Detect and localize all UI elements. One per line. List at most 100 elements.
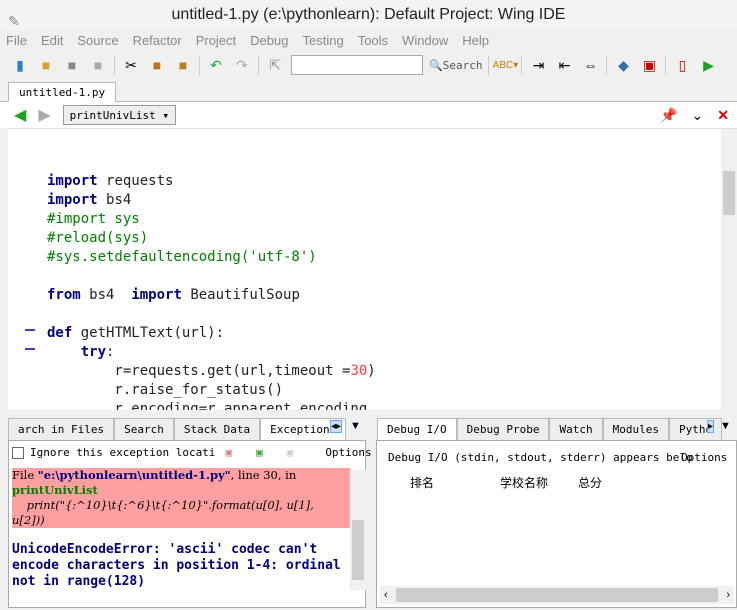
code-line: r.encoding=r.apparent_encoding [47, 400, 376, 410]
tab-menu-icon[interactable]: ▼ [720, 420, 731, 432]
scrollbar-thumb[interactable] [723, 171, 735, 215]
code-text[interactable]: import requests import bs4 #import sys #rel… [47, 134, 376, 410]
back-icon[interactable]: ◀ [14, 105, 26, 125]
python-icon[interactable]: ◆ [613, 55, 633, 75]
close-icon[interactable]: ✕ [717, 107, 729, 124]
code-line: #import sys [47, 210, 376, 229]
chevron-down-icon[interactable]: ⌄ [692, 107, 704, 124]
code-token: def [47, 325, 73, 341]
indent-icon[interactable]: ⇥ [528, 55, 548, 75]
file-prefix: File [12, 468, 38, 482]
fold-marker[interactable] [25, 329, 35, 331]
title-bar: ✎ untitled-1.py (e:\pythonlearn): Defaul… [0, 0, 737, 30]
menu-source[interactable]: Source [77, 33, 118, 48]
ignore-checkbox[interactable] [12, 446, 24, 459]
undo-icon[interactable]: ↶ [206, 55, 226, 75]
search-input[interactable] [291, 55, 423, 75]
scroll-right-icon[interactable]: › [726, 589, 730, 601]
output-text: 总分 [578, 476, 603, 490]
divider [114, 55, 115, 75]
menu-edit[interactable]: Edit [41, 33, 63, 48]
editor-navbar: ◀ ▶ printUnivList ▾ 📌 ⌄ ✕ [0, 102, 737, 128]
code-line: r.raise_for_status() [47, 381, 376, 400]
code-line: import bs4 [47, 191, 376, 210]
menu-project[interactable]: Project [196, 33, 236, 48]
code-token: #import sys [47, 211, 140, 227]
toolbar: ▮ ■ ■ ■ ✂ ■ ■ ↶ ↷ ⇱ 🔍Search ABC▾ ⇥ ⇤ ⇔ ◆… [0, 50, 737, 80]
menu-tools[interactable]: Tools [358, 33, 388, 48]
tab-menu-icon[interactable]: ▼ [350, 420, 361, 432]
search-label: Search [442, 58, 483, 72]
divider [521, 55, 523, 75]
error-message: UnicodeEncodeError: 'ascii' codec can't … [12, 542, 341, 589]
indent-toggle-icon[interactable]: ⇔ [580, 55, 600, 75]
spell-check-icon[interactable]: ABC▾ [493, 55, 519, 75]
outdent-icon[interactable]: ⇤ [554, 55, 574, 75]
menu-debug[interactable]: Debug [250, 33, 288, 48]
forward-icon[interactable]: ▶ [38, 105, 50, 125]
menu-refactor[interactable]: Refactor [133, 33, 182, 48]
tab-watch[interactable]: Watch [549, 418, 603, 440]
menu-testing[interactable]: Testing [302, 33, 343, 48]
vertical-scrollbar[interactable] [721, 129, 737, 410]
cut-icon[interactable]: ✂ [121, 55, 141, 75]
menu-window[interactable]: Window [402, 33, 448, 48]
tab-arch-in-files[interactable]: arch in Files [8, 418, 115, 440]
traceback-code: print("{:^10}\t{:^6}\t{:^10}".format(u[0… [12, 498, 350, 528]
tab-modules[interactable]: Modules [602, 418, 669, 440]
code-token: #reload(sys) [47, 230, 149, 246]
run-icon[interactable]: ▶ [698, 55, 718, 75]
menu-help[interactable]: Help [462, 33, 489, 48]
exceptions-scrollbar[interactable] [350, 470, 366, 590]
scope-value: printUnivList [69, 109, 156, 122]
debug-config-icon[interactable]: ▣ [639, 55, 659, 75]
paste-icon[interactable]: ■ [173, 55, 193, 75]
tab-search[interactable]: Search [114, 418, 174, 440]
code-line: try: [47, 343, 376, 362]
exception-text[interactable]: File "e:\pythonlearn\untitled-1.py", lin… [12, 468, 350, 590]
pin-icon[interactable]: 📌 [660, 107, 677, 124]
fold-marker[interactable] [25, 348, 35, 350]
code-token: import [131, 287, 182, 303]
code-token: bs4 [89, 287, 132, 303]
copy-icon[interactable]: ■ [147, 55, 167, 75]
right-panel-tabs: Debug I/O Debug Probe Watch Modules Pytho [377, 418, 723, 440]
tab-pytho[interactable]: Pytho [668, 418, 723, 440]
code-token: requests [106, 173, 174, 189]
divider [199, 55, 200, 75]
tab-untitled-1[interactable]: untitled-1.py [8, 82, 117, 103]
file-path: "e:\pythonlearn\untitled-1.py" [37, 468, 231, 482]
exception-nav-icon[interactable]: ▣ [256, 446, 263, 459]
scroll-left-icon[interactable]: ‹ [384, 589, 388, 601]
exception-nav-icon[interactable]: ▣ [287, 446, 294, 459]
search-button[interactable]: 🔍Search [429, 59, 482, 72]
options-button[interactable]: Options [325, 446, 371, 459]
save-all-icon[interactable]: ■ [88, 55, 108, 75]
horizontal-scrollbar[interactable]: ‹ › [380, 586, 734, 604]
new-file-icon[interactable]: ▮ [10, 55, 30, 75]
tab-debug-probe[interactable]: Debug Probe [456, 418, 550, 440]
scrollbar-thumb[interactable] [395, 588, 719, 602]
tab-debug-i-o[interactable]: Debug I/O [377, 418, 457, 440]
traceback-func: printUnivList [12, 483, 350, 498]
scope-dropdown[interactable]: printUnivList ▾ [62, 105, 176, 125]
open-folder-icon[interactable]: ■ [36, 55, 56, 75]
tab-scroll-icon[interactable]: ▸ [707, 420, 715, 433]
code-editor[interactable]: import requests import bs4 #import sys #rel… [8, 128, 737, 410]
save-icon[interactable]: ■ [62, 55, 82, 75]
exception-nav-icon[interactable]: ▣ [225, 446, 232, 459]
code-line: #reload(sys) [47, 229, 376, 248]
breakpoint-icon[interactable]: ▯ [672, 55, 692, 75]
code-token: from [47, 287, 81, 303]
options-button[interactable]: Options [681, 451, 727, 464]
goto-pointer-icon[interactable]: ⇱ [265, 55, 285, 75]
divider [606, 55, 608, 75]
redo-icon[interactable]: ↷ [232, 55, 252, 75]
debug-io-info: Debug I/O (stdin, stdout, stderr) appear… [388, 451, 693, 464]
debug-output[interactable]: 排名 学校名称 总分 [410, 474, 602, 491]
tab-stack-data[interactable]: Stack Data [173, 418, 261, 440]
tab-scroll-icon[interactable]: ◂▸ [330, 420, 343, 433]
